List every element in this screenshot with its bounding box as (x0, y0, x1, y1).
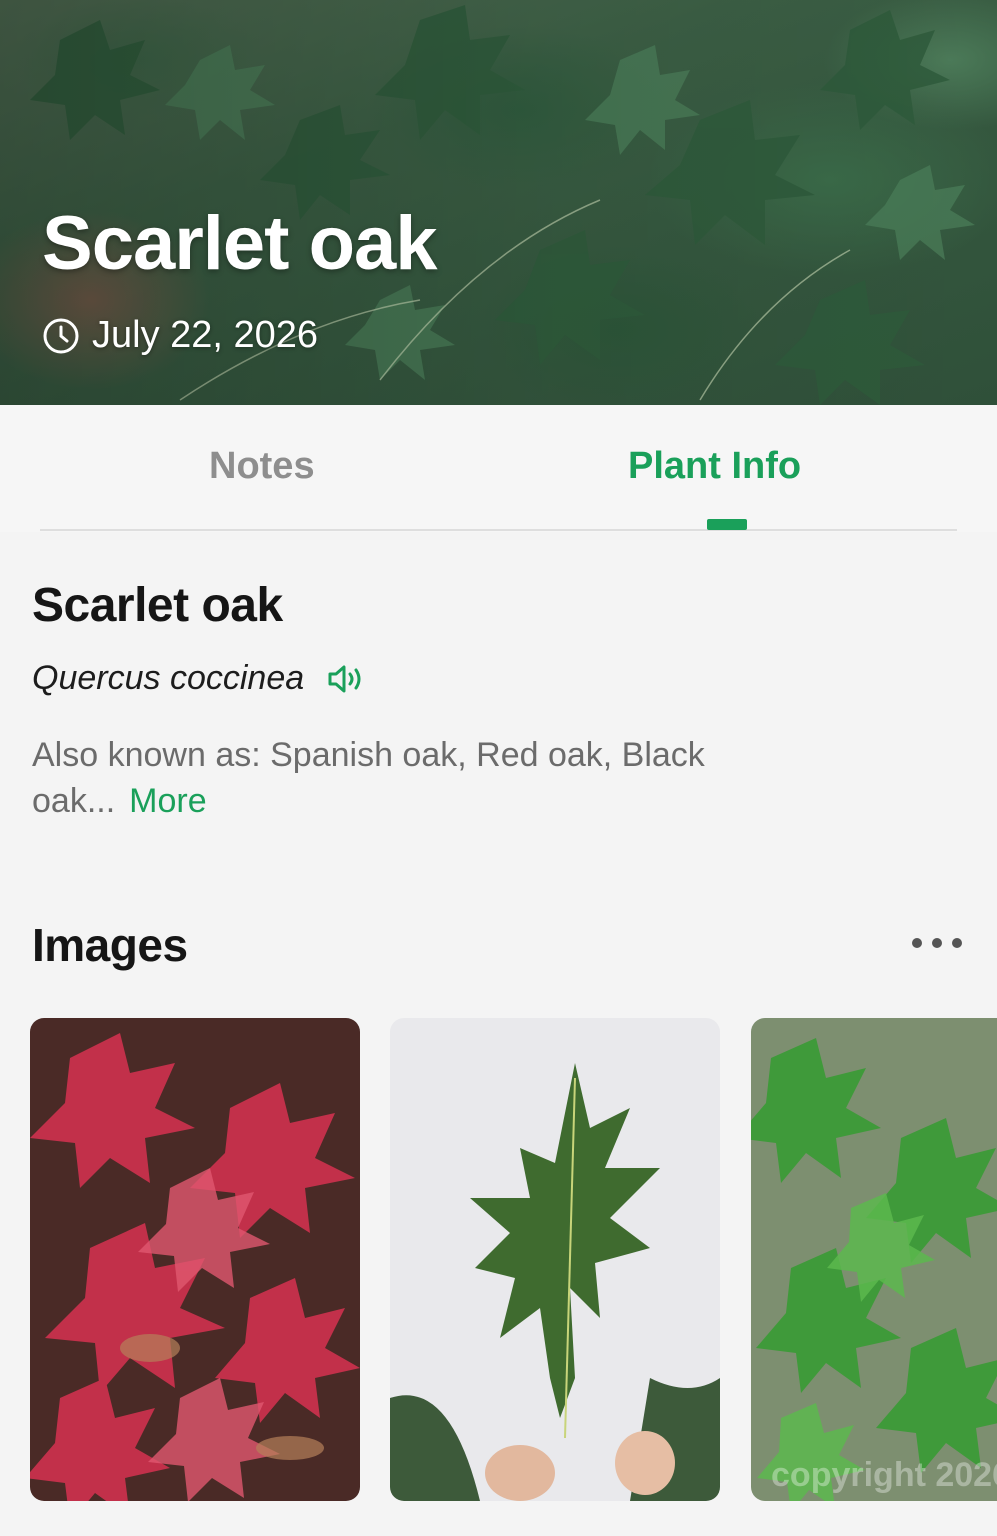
image-thumbnail-leaf-on-paper[interactable] (390, 1018, 720, 1501)
tab-divider (40, 529, 957, 531)
clock-icon (43, 318, 79, 353)
red-oak-leaves-photo (30, 1018, 360, 1501)
plant-common-name: Scarlet oak (32, 579, 283, 632)
hero-photo: Scarlet oak July 22, 2026 (0, 0, 997, 405)
oak-leaf-on-paper-photo (390, 1018, 720, 1501)
image-thumbnail-red-leaves[interactable] (30, 1018, 360, 1501)
photo-watermark: copyright 2026 (771, 1456, 997, 1494)
also-known-as: Also known as: Spanish oak, Red oak, Bla… (32, 732, 832, 824)
images-header: Images (32, 918, 967, 978)
plant-info-section: Scarlet oak Quercus coccinea Also known … (32, 578, 962, 824)
speaker-icon[interactable] (326, 663, 366, 695)
more-dots-icon[interactable] (907, 928, 967, 958)
tab-bar: Notes Plant Info (0, 405, 997, 532)
image-thumbnail-green-foliage[interactable]: copyright 2026 (751, 1018, 997, 1501)
active-tab-indicator (707, 519, 747, 530)
scientific-name-row: Quercus coccinea (32, 659, 962, 698)
hero-date-text: July 22, 2026 (92, 314, 319, 356)
plant-scientific-name: Quercus coccinea (32, 659, 305, 697)
hero-title: Scarlet oak (42, 201, 438, 286)
images-title: Images (32, 919, 188, 971)
tab-plant-info[interactable]: Plant Info (628, 445, 801, 488)
tab-notes[interactable]: Notes (209, 445, 315, 488)
green-oak-foliage-photo (751, 1018, 997, 1501)
hero-date-row: July 22, 2026 (42, 314, 318, 357)
more-link[interactable]: More (129, 782, 206, 820)
